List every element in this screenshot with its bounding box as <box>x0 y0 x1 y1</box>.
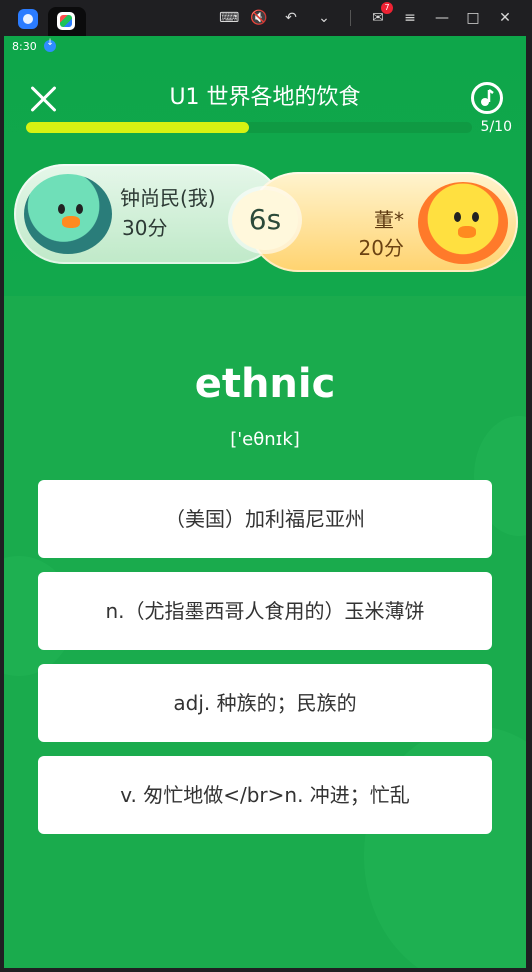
keyboard-icon[interactable]: ⌨ <box>219 9 239 27</box>
undo-icon[interactable]: ↶ <box>282 9 300 27</box>
maximize-icon[interactable]: □ <box>464 9 482 27</box>
download-status-icon <box>44 38 56 52</box>
avatar-beak <box>458 226 476 238</box>
emulator-app-icon[interactable] <box>18 9 38 29</box>
close-window-icon[interactable]: ✕ <box>496 9 514 27</box>
answer-option[interactable]: adj. 种族的；民族的 <box>38 664 492 742</box>
close-icon[interactable] <box>28 84 58 114</box>
question-word: ethnic <box>194 361 336 407</box>
avatar-eye <box>454 212 461 222</box>
active-app-tab[interactable] <box>48 7 86 36</box>
menu-icon[interactable]: ≡ <box>401 9 419 27</box>
emulator-titlebar: ⌨ 🔇 ↶ ⌄ ✉ 7 ≡ — □ ✕ <box>0 0 532 36</box>
answer-option[interactable]: v. 匆忙地做</br>n. 冲进；忙乱 <box>38 756 492 834</box>
avatar-eye <box>472 212 479 222</box>
player2-avatar <box>418 182 508 264</box>
progress-bar <box>26 122 472 133</box>
match-panel: 钟尚民(我) 30分 董* 20分 6s <box>14 164 518 276</box>
player1-avatar <box>24 174 112 254</box>
player1-name: 钟尚民(我) <box>120 186 216 210</box>
mute-icon[interactable]: 🔇 <box>250 9 268 27</box>
player1-score: 30分 <box>122 216 168 240</box>
status-time: 8:30 <box>12 40 37 53</box>
player2-name: 董* <box>374 208 404 232</box>
chevron-down-icon[interactable]: ⌄ <box>315 9 333 27</box>
avatar-eye <box>58 204 65 214</box>
avatar-beak <box>62 216 80 228</box>
music-icon[interactable] <box>471 82 503 114</box>
phone-screen: 8:30 U1 世界各地的饮食 5/10 钟尚民(我) 30分 董* 20分 <box>4 36 526 968</box>
mail-badge: 7 <box>381 2 393 14</box>
minimize-icon[interactable]: — <box>433 9 451 27</box>
app-tab-icon <box>57 12 75 30</box>
answer-option[interactable]: （美国）加利福尼亚州 <box>38 480 492 558</box>
player2-score: 20分 <box>358 236 404 260</box>
answer-option[interactable]: n.（尤指墨西哥人食用的）玉米薄饼 <box>38 572 492 650</box>
countdown-timer: 6s <box>232 190 298 250</box>
toolbar-divider <box>350 10 351 26</box>
avatar-eye <box>76 204 83 214</box>
page-title: U1 世界各地的饮食 <box>169 85 361 110</box>
progress-fill <box>26 122 249 133</box>
progress-text: 5/10 <box>480 119 512 135</box>
question-phonetic: ['eθnɪk] <box>230 429 300 450</box>
